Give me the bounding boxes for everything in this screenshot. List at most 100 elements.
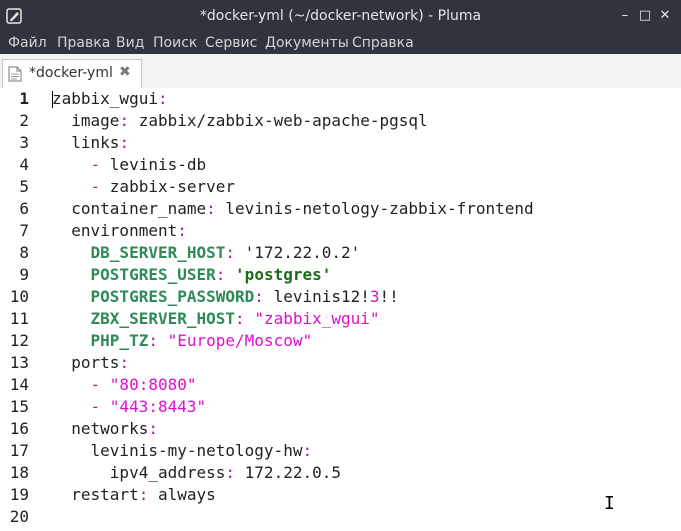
line-number: 13 (9, 353, 29, 372)
code-token: image (71, 111, 120, 130)
line-number: 2 (19, 111, 29, 130)
code-line[interactable]: - zabbix-server (52, 176, 236, 198)
line-number: 8 (19, 243, 29, 262)
code-line[interactable]: - "80:8080" (52, 374, 197, 396)
code-token: levinis-my-netology-hw (90, 441, 303, 460)
minimize-button[interactable]: – (616, 8, 634, 24)
code-token: "443:8443" (109, 397, 207, 416)
menu-file[interactable]: Файл (8, 35, 47, 51)
tab-close-icon[interactable]: ✖ (119, 64, 131, 80)
line-number: 3 (19, 133, 29, 152)
code-line[interactable]: networks: (52, 418, 158, 440)
code-line[interactable]: POSTGRES_USER: 'postgres' (52, 264, 332, 286)
menu-view[interactable]: Вид (116, 35, 144, 51)
code-token: "80:8080" (109, 375, 197, 394)
code-line[interactable]: container_name: levinis-netology-zabbix-… (52, 198, 533, 220)
code-line[interactable]: POSTGRES_PASSWORD: levinis12!3!! (52, 286, 399, 308)
line-number: 1 (19, 89, 29, 108)
code-token: : (206, 199, 216, 218)
code-line[interactable]: links: (52, 132, 129, 154)
code-line[interactable]: restart: always (52, 484, 216, 506)
menu-help[interactable]: Справка (352, 35, 414, 51)
code-token: zabbix_wgui (52, 89, 158, 108)
text-document-icon (8, 66, 22, 82)
menu-documents[interactable]: Документы (265, 35, 349, 51)
tab-bar: *docker-yml ✖ (0, 54, 681, 89)
menu-edit[interactable]: Правка (57, 35, 110, 51)
code-token: - (90, 155, 110, 174)
code-token: : (254, 287, 264, 306)
line-number: 11 (9, 309, 29, 328)
line-number: 4 (19, 155, 29, 174)
code-token: links (71, 133, 120, 152)
code-token: : (215, 265, 226, 284)
code-token: container_name (71, 199, 207, 218)
code-token: zabbix-server (109, 177, 236, 196)
code-token: '172.22.0.2' (235, 243, 361, 262)
line-number: 14 (9, 375, 29, 394)
menu-bar: Файл Правка Вид Поиск Сервис Документы С… (0, 33, 681, 54)
code-token: : (157, 89, 168, 108)
line-number: 9 (19, 265, 29, 284)
code-line[interactable]: ZBX_SERVER_HOST: "zabbix_wgui" (52, 308, 380, 330)
mouse-ibeam-cursor-icon: I (604, 493, 615, 514)
code-token: !! (379, 287, 399, 306)
code-line[interactable]: environment: (52, 220, 187, 242)
code-line[interactable]: - levinis-db (52, 154, 207, 176)
code-line[interactable]: PHP_TZ: "Europe/Moscow" (52, 330, 313, 352)
code-token: "Europe/Moscow" (167, 331, 313, 350)
menu-search[interactable]: Поиск (153, 35, 197, 51)
close-window-button[interactable]: ✕ (656, 8, 674, 24)
code-line[interactable]: ports: (52, 352, 129, 374)
text-editor-area[interactable]: 1 2 3 4 5 6 7 8 9 10 11 12 13 14 15 16 17 18 19 20 zabbix_w… (0, 88, 681, 531)
code-token: zabbix/zabbix-web-apache-pgsql (129, 111, 428, 130)
code-line[interactable]: image: zabbix/zabbix-web-apache-pgsql (52, 110, 428, 132)
code-token: : (138, 485, 149, 504)
code-token: : (225, 463, 236, 482)
code-token: : (119, 353, 130, 372)
code-token: levinis-db (109, 155, 207, 174)
code-token: : (225, 243, 236, 262)
title-bar[interactable]: *docker-yml (~/docker-network) - Pluma –… (0, 0, 681, 33)
code-token: "zabbix_wgui" (254, 309, 380, 328)
line-number: 15 (9, 397, 29, 416)
code-token: always (148, 485, 216, 504)
line-number: 20 (9, 507, 29, 526)
code-token: - (90, 375, 110, 394)
code-token: : (119, 133, 130, 152)
code-line[interactable]: ipv4_address: 172.22.0.5 (52, 462, 341, 484)
code-token: - (90, 177, 110, 196)
code-token: PHP_TZ (90, 331, 149, 350)
line-number: 19 (9, 485, 29, 504)
code-token: networks (71, 419, 149, 438)
line-number: 10 (9, 287, 29, 306)
line-number: 12 (9, 331, 29, 350)
pluma-window: *docker-yml (~/docker-network) - Pluma –… (0, 0, 681, 531)
code-token: 172.22.0.5 (235, 463, 341, 482)
line-number: 18 (9, 463, 29, 482)
tab-docker-yml[interactable]: *docker-yml ✖ (2, 59, 142, 88)
code-line[interactable]: - "443:8443" (52, 396, 207, 418)
menu-tools[interactable]: Сервис (205, 35, 257, 51)
code-line[interactable]: DB_SERVER_HOST: '172.22.0.2' (52, 242, 361, 264)
code-line[interactable]: levinis-my-netology-hw: (52, 440, 313, 462)
code-line[interactable]: zabbix_wgui: (52, 88, 168, 110)
maximize-button[interactable]: □ (636, 8, 654, 24)
code-token: restart (71, 485, 139, 504)
code-token: : (148, 419, 158, 438)
code-token: levinis12! (263, 287, 370, 306)
code-token: - (90, 397, 110, 416)
